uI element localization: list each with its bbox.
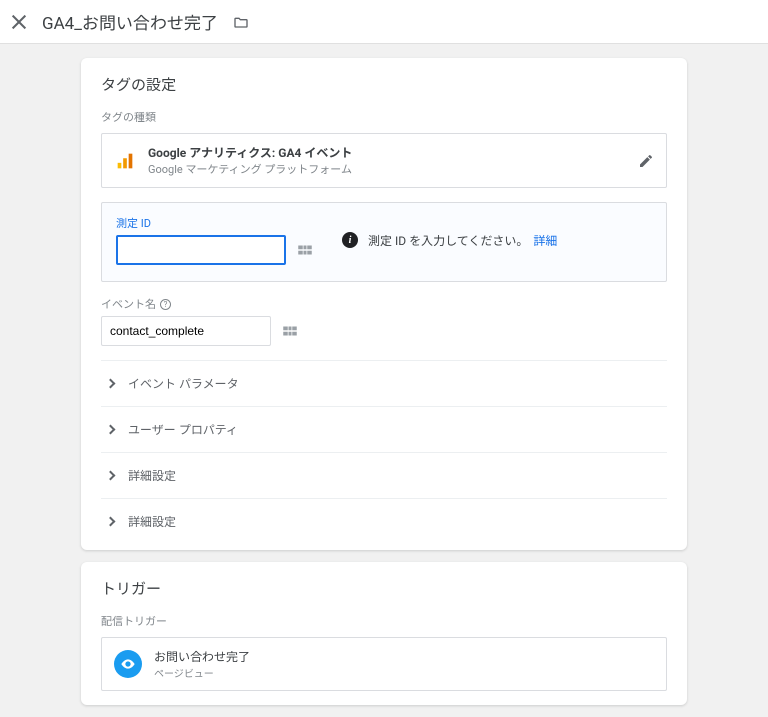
tag-type-name: Google アナリティクス: GA4 イベント [148,144,626,161]
expand-label: 詳細設定 [128,513,176,530]
page-title: GA4_お問い合わせ完了 [42,9,218,34]
warn-link[interactable]: 詳細 [533,234,557,248]
event-name-label: イベント名 [101,296,156,312]
expand-label: 詳細設定 [128,467,176,484]
ga4-icon [114,150,136,172]
expand-label: イベント パラメータ [128,375,239,392]
trigger-type: ページビュー [154,665,250,680]
help-icon[interactable]: ? [160,299,171,310]
tag-settings-card: タグの設定 タグの種類 Google アナリティクス: GA4 イベント Goo… [81,58,687,550]
pageview-trigger-icon [114,650,142,678]
tag-type-label: タグの種類 [101,109,667,125]
expand-event-parameters[interactable]: イベント パラメータ [101,360,667,406]
info-icon: i [342,232,358,248]
expand-user-properties[interactable]: ユーザー プロパティ [101,406,667,452]
measurement-id-warning: i 測定 ID を入力してください。 詳細 [342,232,557,249]
trigger-list-label: 配信トリガー [101,613,667,629]
page-header: GA4_お問い合わせ完了 [0,0,768,44]
measurement-id-input[interactable] [116,235,286,265]
chevron-right-icon [106,517,116,527]
expand-label: ユーザー プロパティ [128,421,238,438]
chevron-right-icon [106,471,116,481]
chevron-right-icon [106,379,116,389]
measurement-id-label: 測定 ID [116,215,318,231]
trigger-row[interactable]: お問い合わせ完了 ページビュー [101,637,667,691]
tag-type-sub: Google マーケティング プラットフォーム [148,161,626,177]
tag-type-text: Google アナリティクス: GA4 イベント Google マーケティング … [148,144,626,177]
trigger-section-title: トリガー [101,578,667,599]
edit-tag-type-icon[interactable] [638,153,654,169]
measurement-id-panel: 測定 ID i 測定 ID を入力してください。 詳細 [101,202,667,282]
tag-settings-title: タグの設定 [101,74,667,95]
chevron-right-icon [106,425,116,435]
expand-advanced-settings-2[interactable]: 詳細設定 [101,498,667,544]
close-icon[interactable] [10,13,28,31]
variable-picker-icon[interactable] [277,316,303,346]
event-name-input[interactable] [101,316,271,346]
trigger-name: お問い合わせ完了 [154,648,250,665]
variable-picker-icon[interactable] [292,235,318,265]
trigger-card: トリガー 配信トリガー お問い合わせ完了 ページビュー [81,562,687,705]
warn-text: 測定 ID を入力してください。 [368,234,528,248]
folder-icon[interactable] [232,15,250,29]
tag-type-row[interactable]: Google アナリティクス: GA4 イベント Google マーケティング … [101,133,667,188]
trigger-text: お問い合わせ完了 ページビュー [154,648,250,680]
expand-advanced-settings-1[interactable]: 詳細設定 [101,452,667,498]
